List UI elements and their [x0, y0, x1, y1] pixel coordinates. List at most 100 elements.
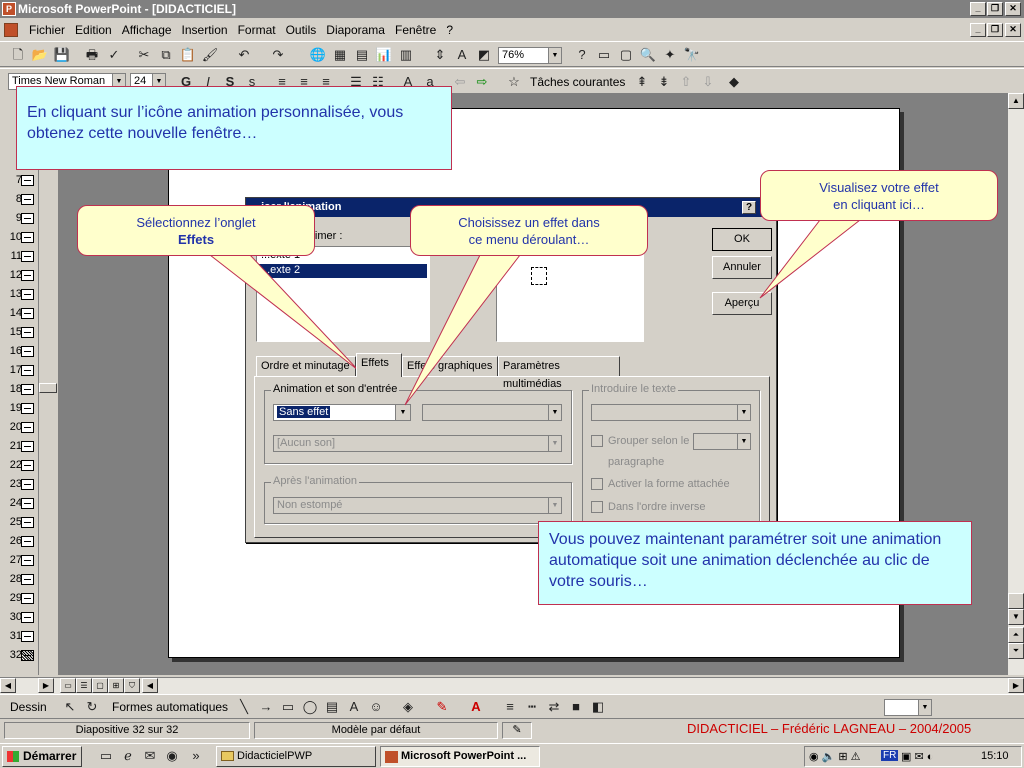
new-slide-icon[interactable]: ▢ [616, 45, 636, 65]
tray-icons-2[interactable]: ▣ ✉ ◐ [901, 750, 933, 763]
font-color-icon[interactable]: A [466, 697, 486, 717]
slide-outline-item[interactable]: 31 [0, 628, 38, 647]
spacing-up-icon[interactable]: ⇞ [632, 72, 652, 92]
chevron-down-icon[interactable]: ▼ [737, 405, 750, 420]
new-icon[interactable]: 🗋 [8, 45, 28, 65]
slide-outline-item[interactable]: 8 [0, 191, 38, 210]
menu-item[interactable]: Insertion [177, 20, 233, 40]
draw-menu[interactable]: Dessin [10, 700, 47, 714]
textbox-icon[interactable]: ▤ [322, 697, 342, 717]
normal-view-icon[interactable]: ▭ [60, 678, 76, 693]
preview-button[interactable]: Aperçu [712, 292, 772, 315]
drawing-combo[interactable]: ▼ [884, 699, 932, 716]
rotate-icon[interactable]: ↻ [82, 697, 102, 717]
scroll-left-icon[interactable]: ◀ [142, 678, 158, 693]
slide-outline-item[interactable]: 20 [0, 419, 38, 438]
promote-icon[interactable]: ⇦ [450, 72, 470, 92]
tab-multimedia[interactable]: Paramètres multimédias [498, 356, 620, 390]
insert-table-icon[interactable]: ▤ [352, 45, 372, 65]
slide-outline-item[interactable]: 30 [0, 609, 38, 628]
reverse-order-checkbox[interactable] [591, 501, 603, 513]
slide-outline-item[interactable]: 28 [0, 571, 38, 590]
hyperlink-icon[interactable]: 🌐 [308, 45, 328, 65]
sound-combo[interactable]: [Aucun son] ▼ [273, 435, 562, 452]
doc-minimize-icon[interactable]: _ [970, 23, 986, 37]
slide-outline-item[interactable]: 10 [0, 229, 38, 248]
chevron-down-icon[interactable]: ▼ [395, 405, 410, 420]
menu-item[interactable]: Diaporama [321, 20, 390, 40]
slide-outline-item[interactable]: 24 [0, 495, 38, 514]
task-folder[interactable]: DidacticielPWP [216, 746, 376, 767]
chevron-down-icon[interactable]: ▼ [548, 48, 561, 63]
slide-outline-item[interactable]: 29 [0, 590, 38, 609]
chart-icon[interactable]: 📊 [374, 45, 394, 65]
start-button[interactable]: Démarrer [2, 746, 82, 767]
objects-list[interactable]: ...exte 1 ...exte 2 [256, 246, 430, 342]
scroll-right-icon[interactable]: ▶ [38, 678, 54, 693]
scroll-down-icon[interactable]: ▼ [1008, 609, 1024, 625]
slide-outline-item[interactable]: 17 [0, 362, 38, 381]
wordart-icon[interactable]: A [344, 697, 364, 717]
tray-icons[interactable]: ◉ 🔈 ⊞ ⚠ [809, 750, 861, 763]
toolbar-options-icon[interactable]: ◆ [724, 72, 744, 92]
move-up-icon[interactable]: ⇧ [676, 72, 696, 92]
slide-layout-icon[interactable]: ▭ [594, 45, 614, 65]
minimize-icon[interactable]: _ [970, 2, 986, 16]
outline-view-icon[interactable]: ☰ [76, 678, 92, 693]
scroll-left-icon[interactable]: ◀ [0, 678, 16, 693]
slide-outline-item[interactable]: 13 [0, 286, 38, 305]
slideshow-icon[interactable]: ⛉ [124, 678, 140, 693]
slide-outline-item[interactable]: 27 [0, 552, 38, 571]
outlook-icon[interactable]: ✉ [140, 746, 160, 766]
spellcheck-icon[interactable]: ✓ [104, 45, 124, 65]
menu-item[interactable]: Fichier [24, 20, 70, 40]
close-icon[interactable]: ✕ [1005, 2, 1021, 16]
ie-icon[interactable]: ℯ [118, 746, 138, 766]
select-arrow-icon[interactable]: ↖ [60, 697, 80, 717]
line-color-icon[interactable]: ✎ [432, 697, 452, 717]
restore-icon[interactable]: ❐ [987, 2, 1003, 16]
redo-icon[interactable]: ↷ [268, 45, 288, 65]
print-icon[interactable]: 🖶 [82, 45, 102, 65]
attach-shape-checkbox[interactable] [591, 478, 603, 490]
media-icon[interactable]: ◉ [162, 746, 182, 766]
scroll-up-icon[interactable]: ▲ [1008, 93, 1024, 109]
spacing-down-icon[interactable]: ⇟ [654, 72, 674, 92]
language-indicator[interactable]: FR [881, 750, 899, 761]
fill-color-icon[interactable]: ◈ [398, 697, 418, 717]
tasks-menu[interactable]: Tâches courantes [530, 75, 625, 89]
clipart-icon[interactable]: ☺ [366, 697, 386, 717]
copy-icon[interactable]: ⧉ [156, 45, 176, 65]
slide-outline-item[interactable]: 12 [0, 267, 38, 286]
cut-icon[interactable]: ✂ [134, 45, 154, 65]
format-painter-icon[interactable]: 🖌 [200, 45, 220, 65]
menu-item[interactable]: ? [441, 20, 458, 40]
slide-outline-item[interactable]: 15 [0, 324, 38, 343]
list-item[interactable]: ...exte 2 [259, 264, 427, 278]
chevron-down-icon[interactable]: ▼ [918, 700, 931, 715]
next-slide-icon[interactable]: ⏷ [1008, 643, 1024, 659]
shadow-style-icon[interactable]: ■ [566, 697, 586, 717]
open-icon[interactable]: 📂 [30, 45, 50, 65]
preview-icon[interactable]: 🔍 [638, 45, 658, 65]
slide-view-icon[interactable]: ▢ [92, 678, 108, 693]
slide-outline-item[interactable]: 25 [0, 514, 38, 533]
menu-item[interactable]: Edition [70, 20, 117, 40]
scroll-thumb[interactable] [39, 383, 57, 393]
after-combo[interactable]: Non estompé ▼ [273, 497, 562, 514]
spell-status-icon[interactable]: ✎ [502, 722, 532, 739]
rectangle-icon[interactable]: ▭ [278, 697, 298, 717]
slide-outline-item[interactable]: 7 [0, 172, 38, 191]
scroll-right-icon[interactable]: ▶ [1008, 678, 1024, 693]
slide-outline-item[interactable]: 14 [0, 305, 38, 324]
slide-outline-item[interactable]: 23 [0, 476, 38, 495]
slide-outline-item[interactable]: 26 [0, 533, 38, 552]
chevron-down-icon[interactable]: ▼ [548, 405, 561, 420]
grayscale-icon[interactable]: ◩ [474, 45, 494, 65]
undo-icon[interactable]: ↶ [234, 45, 254, 65]
prev-slide-icon[interactable]: ⏶ [1008, 627, 1024, 643]
show-format-icon[interactable]: A [452, 45, 472, 65]
tab-effects[interactable]: Effets [356, 353, 402, 377]
3d-style-icon[interactable]: ◧ [588, 697, 608, 717]
expand-icon[interactable]: ⇕ [430, 45, 450, 65]
